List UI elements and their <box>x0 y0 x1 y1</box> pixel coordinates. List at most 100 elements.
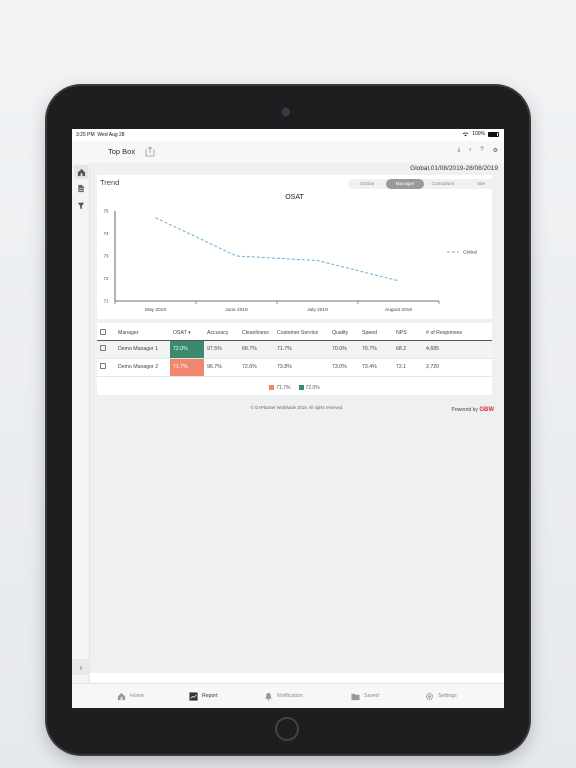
date-range: Global,01/08/2019-28/08/2019 <box>410 165 498 172</box>
cell-customer-service: 71.7% <box>274 340 329 359</box>
header-customer-service[interactable]: Customer Service <box>274 327 329 341</box>
cell-manager: Demo Manager 2 <box>115 358 170 377</box>
copyright-text: © GAPbuster Worldwide 2019. All rights r… <box>250 405 344 410</box>
row-checkbox-cell[interactable] <box>97 358 115 377</box>
status-time-date: 3:25 PM Wed Aug 28 <box>76 132 125 138</box>
y-tick-label: 73 <box>103 254 109 259</box>
cell-responses: 4,685 <box>423 340 492 359</box>
x-tick-label: June 2019 <box>225 307 248 313</box>
gear-icon[interactable]: ⚙ <box>493 147 498 154</box>
x-tick-label: May 2019 <box>145 307 166 313</box>
header-manager[interactable]: Manager <box>115 327 170 341</box>
color-legend: 71.7% 72.0% <box>97 385 492 391</box>
cell-manager: Demo Manager 1 <box>115 340 170 359</box>
tablet-frame: 3:25 PM Wed Aug 28 100% Top Box ⤓ ‹ ? ⚙ <box>47 86 529 754</box>
row-checkbox[interactable] <box>100 363 106 369</box>
legend-item-high: 72.0% <box>298 385 320 391</box>
header-speed[interactable]: Speed <box>359 327 393 341</box>
share-icon[interactable] <box>145 146 155 157</box>
bell-icon <box>265 692 272 701</box>
battery-icon <box>488 131 499 137</box>
filter-icon <box>77 202 85 210</box>
report-icon <box>189 691 198 701</box>
tab-home-label: Home <box>130 693 144 699</box>
select-all-checkbox[interactable] <box>100 329 106 336</box>
legend-item-low: 71.7% <box>269 385 291 391</box>
tab-saved[interactable]: Saved <box>351 690 379 702</box>
help-icon[interactable]: ? <box>480 147 483 154</box>
y-tick-label: 72 <box>103 276 109 281</box>
x-tick-label: August 2019 <box>385 307 412 313</box>
sidebar: › <box>72 163 90 708</box>
main-content: Global,01/08/2019-28/08/2019 Trend Globa… <box>90 163 504 673</box>
cell-customer-service: 73.8% <box>274 358 329 377</box>
cell-quality: 73.0% <box>329 358 359 377</box>
page-title: Top Box <box>108 147 136 156</box>
header-accuracy[interactable]: Accuracy <box>204 327 239 341</box>
legend-swatch-high <box>298 385 304 391</box>
chevron-right-icon: › <box>79 662 83 672</box>
brand-logo: GBW <box>479 407 494 413</box>
sidebar-document-icon[interactable] <box>74 181 88 195</box>
tab-notification[interactable]: Notification <box>264 690 303 702</box>
tab-notification-label: Notification <box>277 693 303 699</box>
table-row[interactable]: Demo Manager 1 72.0% 97.5% 68.7% 71.7% 7… <box>97 340 492 359</box>
sidebar-expand-button[interactable]: › <box>72 659 90 675</box>
cell-nps: 72.1 <box>393 358 423 377</box>
home-icon <box>77 168 85 176</box>
header-cleanliness[interactable]: Cleanliness <box>239 327 274 341</box>
legend-label-low: 71.7% <box>276 385 291 391</box>
cell-accuracy: 97.5% <box>204 340 239 359</box>
row-checkbox[interactable] <box>100 345 106 351</box>
cell-cleanliness: 72.6% <box>239 358 274 377</box>
document-icon <box>78 184 84 192</box>
camera <box>282 108 290 116</box>
status-time: 3:25 PM <box>76 132 95 138</box>
header-select-all[interactable] <box>97 327 115 341</box>
cell-osat: 71.7% <box>170 358 204 377</box>
sidebar-home-icon[interactable] <box>74 165 88 179</box>
app-screen: 3:25 PM Wed Aug 28 100% Top Box ⤓ ‹ ? ⚙ <box>72 129 504 708</box>
tab-settings[interactable]: Settings <box>425 690 457 702</box>
hardware-home-button[interactable] <box>275 717 299 741</box>
y-tick-label: 74 <box>103 231 109 236</box>
legend-label-high: 72.0% <box>305 385 320 391</box>
table-row[interactable]: Demo Manager 2 71.7% 96.7% 72.6% 73.8% 7… <box>97 358 492 377</box>
table-header-row: Manager OSAT ▾ Accuracy Cleanliness Cust… <box>97 327 492 341</box>
manager-table: Manager OSAT ▾ Accuracy Cleanliness Cust… <box>97 327 492 377</box>
osat-line-chart: 71 72 73 74 75 May 2019 June 2019 July 2019 Augu… <box>103 209 477 313</box>
download-icon[interactable]: ⤓ <box>458 147 461 154</box>
cell-speed: 73.4% <box>359 358 393 377</box>
battery-percent: 100% <box>472 131 485 137</box>
home-icon <box>117 692 126 700</box>
manager-table-card: Manager OSAT ▾ Accuracy Cleanliness Cust… <box>97 323 492 395</box>
sidebar-filter-icon[interactable] <box>74 199 88 213</box>
x-tick-label: July 2019 <box>307 307 328 313</box>
cell-quality: 70.0% <box>329 340 359 359</box>
legend-label-global: Global <box>463 250 477 256</box>
y-tick-label: 71 <box>103 299 109 304</box>
cell-speed: 70.7% <box>359 340 393 359</box>
tab-settings-label: Settings <box>438 693 457 699</box>
tab-home[interactable]: Home <box>117 690 144 702</box>
status-bar: 3:25 PM Wed Aug 28 100% <box>72 129 504 141</box>
series-line-global <box>155 217 399 282</box>
tab-report[interactable]: Report <box>189 690 218 702</box>
header-osat-label: OSAT <box>173 330 187 337</box>
back-icon[interactable]: ‹ <box>469 147 471 154</box>
status-right: 100% <box>462 131 499 137</box>
top-bar: Top Box ⤓ ‹ ? ⚙ <box>72 141 504 163</box>
legend-swatch-low <box>269 385 275 391</box>
tab-report-label: Report <box>202 693 218 699</box>
gear-icon <box>425 692 434 700</box>
cell-accuracy: 96.7% <box>204 358 239 377</box>
header-osat[interactable]: OSAT ▾ <box>170 327 204 341</box>
row-checkbox-cell[interactable] <box>97 340 115 359</box>
header-responses[interactable]: # of Responses <box>423 327 492 341</box>
cell-nps: 68.2 <box>393 340 423 359</box>
header-quality[interactable]: Quality <box>329 327 359 341</box>
powered-by-label: Powered by <box>451 407 478 413</box>
header-nps[interactable]: NPS <box>393 327 423 341</box>
top-actions: ⤓ ‹ ? ⚙ <box>458 147 498 154</box>
powered-by: Powered by GBW <box>452 407 494 413</box>
